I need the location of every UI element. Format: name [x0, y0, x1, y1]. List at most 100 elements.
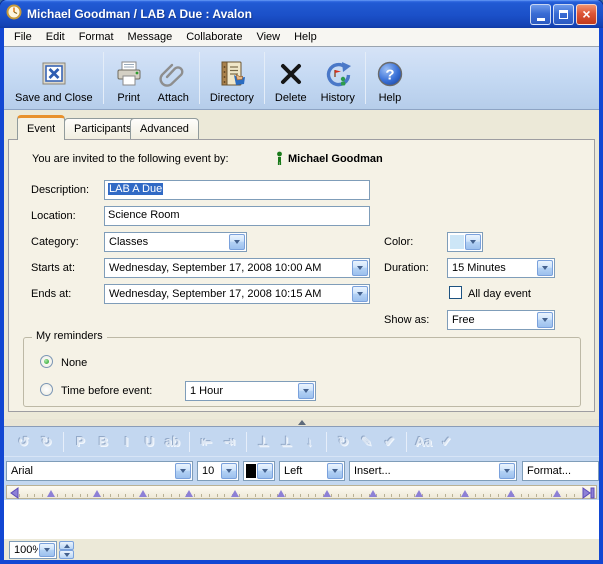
reminder-none-radio[interactable] — [40, 355, 53, 368]
plain-style-icon[interactable]: P — [69, 431, 92, 453]
tab-stop-marker[interactable] — [369, 490, 377, 497]
print-button[interactable]: Print — [107, 50, 151, 106]
tab-stop-center-icon[interactable]: ⊥ — [275, 431, 298, 453]
strikethrough-icon[interactable]: ab — [161, 431, 184, 453]
outdent-icon[interactable]: ⇤ — [195, 431, 218, 453]
time-before-select[interactable]: 1 Hour — [185, 381, 316, 401]
tab-advanced[interactable]: Advanced — [130, 118, 199, 139]
window-icon — [6, 4, 22, 25]
italic-icon[interactable]: I — [115, 431, 138, 453]
ruler-tick — [285, 494, 286, 497]
font-size-select[interactable]: 10 — [197, 461, 239, 481]
tab-event[interactable]: Event — [17, 115, 65, 140]
attach-button[interactable]: Attach — [151, 50, 196, 106]
minimize-button[interactable] — [530, 4, 551, 25]
reminder-time-before-radio[interactable] — [40, 383, 53, 396]
duration-select[interactable]: 15 Minutes — [447, 258, 555, 278]
spellcheck-icon[interactable]: ✓ — [435, 431, 458, 453]
bold-icon[interactable]: B — [92, 431, 115, 453]
tab-strip: Event Participants Advanced — [4, 110, 599, 139]
spin-up-button[interactable] — [59, 541, 74, 550]
chevron-down-icon[interactable] — [537, 312, 553, 328]
tab-stop-marker[interactable] — [185, 490, 193, 497]
format-bar: Arial 10 Left Insert... Format... — [4, 456, 599, 484]
chevron-down-icon[interactable] — [327, 463, 343, 479]
directory-button[interactable]: Directory — [203, 50, 261, 106]
ruler-tick — [483, 494, 484, 497]
tab-stop-marker[interactable] — [139, 490, 147, 497]
close-button[interactable]: × — [576, 4, 597, 25]
tab-stop-marker[interactable] — [507, 490, 515, 497]
tab-stop-left-icon[interactable]: ⊥ — [252, 431, 275, 453]
ruler-tick — [65, 494, 66, 497]
font-select[interactable]: Arial — [6, 461, 193, 481]
person-icon — [275, 151, 284, 171]
tab-stop-marker[interactable] — [277, 490, 285, 497]
maximize-button[interactable] — [553, 4, 574, 25]
align-select[interactable]: Left — [279, 461, 345, 481]
show-as-value: Free — [452, 314, 536, 326]
spin-down-button[interactable] — [59, 550, 74, 559]
move-down-icon[interactable]: ↓ — [298, 431, 321, 453]
history-button[interactable]: History — [314, 50, 362, 106]
indent-icon[interactable]: ⇥ — [218, 431, 241, 453]
tab-stop-marker[interactable] — [47, 490, 55, 497]
tab-stop-marker[interactable] — [93, 490, 101, 497]
category-select[interactable]: Classes — [104, 232, 247, 252]
save-and-close-button[interactable]: Save and Close — [8, 50, 100, 106]
format-select[interactable]: Format... — [522, 461, 599, 481]
ends-at-select[interactable]: Wednesday, September 17, 2008 10:15 AM — [104, 284, 370, 304]
apply-format-icon[interactable]: ✔ — [378, 431, 401, 453]
chevron-down-icon[interactable] — [537, 260, 553, 276]
starts-at-select[interactable]: Wednesday, September 17, 2008 10:00 AM — [104, 258, 370, 278]
chevron-down-icon[interactable] — [465, 234, 481, 250]
delete-button[interactable]: Delete — [268, 50, 314, 106]
format-toolbar-separator — [189, 432, 190, 452]
chevron-down-icon[interactable] — [298, 383, 314, 399]
chevron-down-icon[interactable] — [352, 286, 368, 302]
location-input[interactable]: Science Room — [104, 206, 370, 226]
chevron-down-icon[interactable] — [221, 463, 237, 479]
all-day-checkbox[interactable] — [449, 286, 462, 299]
tab-stop-marker[interactable] — [553, 490, 561, 497]
chevron-down-icon[interactable] — [257, 463, 273, 479]
message-body[interactable] — [4, 500, 599, 538]
insert-select[interactable]: Insert... — [349, 461, 517, 481]
underline-icon[interactable]: U — [138, 431, 161, 453]
insert-value: Insert... — [354, 465, 498, 477]
menu-collaborate[interactable]: Collaborate — [179, 29, 249, 45]
tab-stop-marker[interactable] — [231, 490, 239, 497]
chevron-down-icon[interactable] — [352, 260, 368, 276]
menu-format[interactable]: Format — [72, 29, 121, 45]
chevron-down-icon[interactable] — [499, 463, 515, 479]
color-select[interactable] — [447, 232, 483, 252]
case-icon[interactable]: Aa — [412, 431, 435, 453]
refresh-icon[interactable]: ↻ — [332, 431, 355, 453]
chevron-down-icon[interactable] — [229, 234, 245, 250]
ruler[interactable] — [6, 485, 597, 499]
tab-stop-marker[interactable] — [323, 490, 331, 497]
help-button[interactable]: ? Help — [369, 50, 411, 106]
menu-edit[interactable]: Edit — [39, 29, 72, 45]
pen-icon[interactable]: ✎ — [355, 431, 378, 453]
undo-icon[interactable]: ↺ — [12, 431, 35, 453]
chevron-down-icon[interactable] — [39, 543, 55, 557]
show-as-select[interactable]: Free — [447, 310, 555, 330]
my-reminders-title: My reminders — [32, 330, 107, 342]
text-color-select[interactable] — [243, 461, 275, 481]
tab-stop-marker[interactable] — [415, 490, 423, 497]
font-size-value: 10 — [202, 465, 220, 477]
menu-message[interactable]: Message — [121, 29, 180, 45]
menu-help[interactable]: Help — [287, 29, 324, 45]
menu-file[interactable]: File — [7, 29, 39, 45]
chevron-down-icon[interactable] — [175, 463, 191, 479]
redo-icon[interactable]: ↻ — [35, 431, 58, 453]
ruler-tick — [224, 494, 225, 497]
menu-view[interactable]: View — [249, 29, 287, 45]
toolbar-separator — [365, 52, 366, 104]
description-input[interactable]: LAB A Due — [104, 180, 370, 200]
svg-text:?: ? — [385, 67, 394, 84]
pane-splitter[interactable] — [4, 419, 599, 427]
tab-stop-marker[interactable] — [461, 490, 469, 497]
zoom-select[interactable]: 100% — [9, 541, 57, 559]
